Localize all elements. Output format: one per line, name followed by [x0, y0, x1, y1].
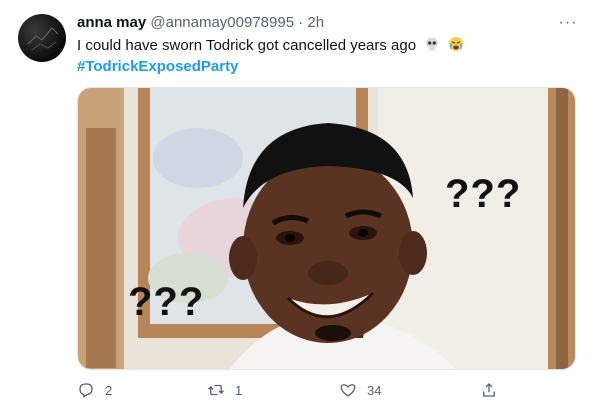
tweet-time[interactable]: 2h: [307, 14, 324, 31]
reply-count: 2: [105, 382, 113, 398]
share-button[interactable]: [480, 376, 508, 404]
retweet-button[interactable]: 1: [207, 376, 242, 404]
like-icon: [340, 384, 356, 397]
crying-face-emoji-icon: [449, 37, 464, 51]
tweet-actions: 2 1 34: [77, 376, 577, 404]
meme-overlay-text-left: ???: [128, 280, 205, 324]
reply-icon: [79, 383, 93, 398]
display-name[interactable]: anna may: [77, 14, 146, 31]
tweet-text: I could have sworn Todrick got cancelled…: [77, 37, 417, 54]
separator-dot: ·: [298, 14, 304, 31]
reply-button[interactable]: 2: [77, 376, 112, 404]
tweet-header: anna may @annamay00978995 · 2h: [77, 13, 324, 33]
user-handle[interactable]: @annamay00978995: [150, 14, 294, 31]
like-count: 34: [367, 382, 382, 398]
like-button[interactable]: 34: [339, 376, 381, 404]
meme-overlay-text-right: ???: [445, 172, 522, 216]
avatar[interactable]: [18, 14, 66, 62]
share-icon: [483, 383, 495, 397]
hashtag-link[interactable]: #TodrickExposedParty: [77, 57, 238, 77]
skull-emoji-icon: [426, 37, 439, 51]
retweet-icon: [208, 384, 224, 396]
retweet-count: 1: [235, 382, 243, 398]
tweet-media-image[interactable]: ??? ???: [77, 87, 576, 370]
tweet-text-line: I could have sworn Todrick got cancelled…: [77, 36, 577, 56]
more-options-button[interactable]: ···: [557, 13, 579, 33]
